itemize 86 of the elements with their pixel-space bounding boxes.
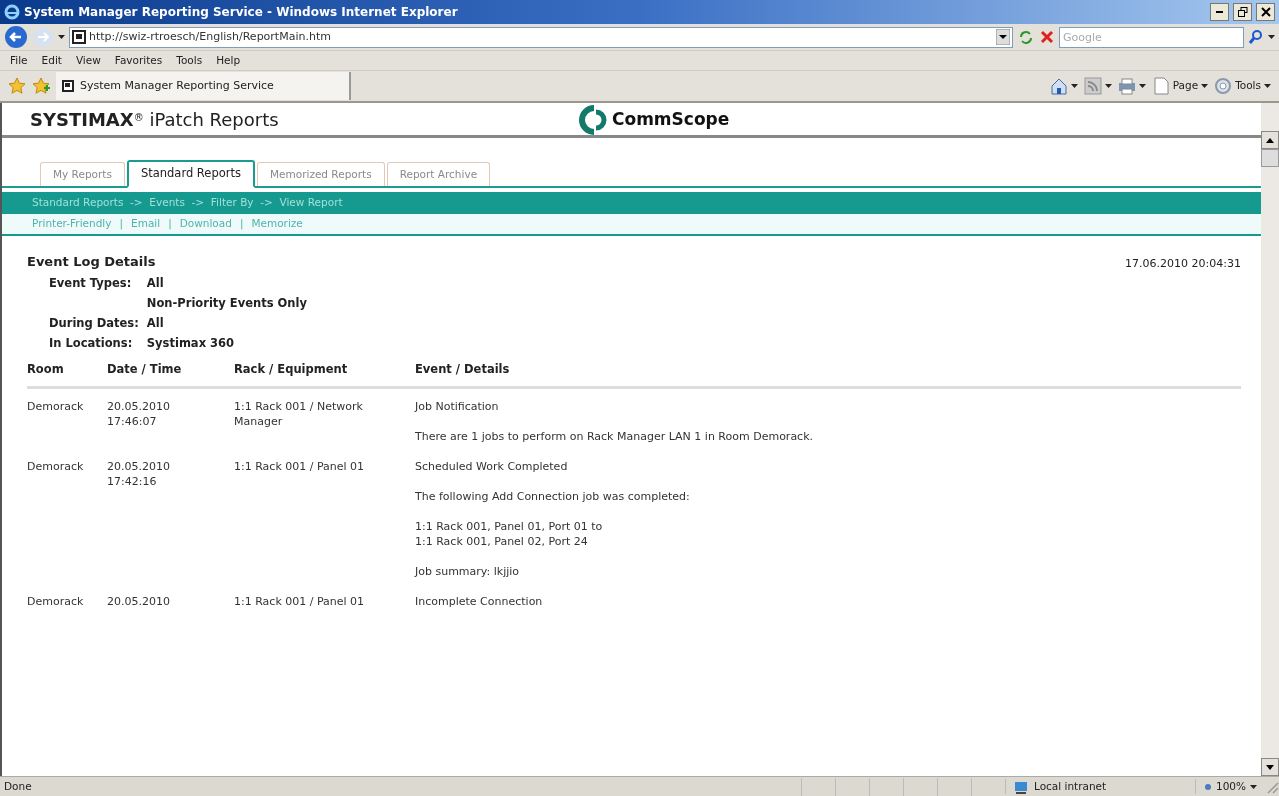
caret-icon[interactable] <box>1250 784 1257 789</box>
security-zone: Local intranet <box>1033 778 1107 794</box>
toolbar-button[interactable]: Page <box>1172 78 1199 94</box>
filter-value: Non-Priority Events Only <box>146 294 307 312</box>
table-cell-text: Job Notification <box>415 398 500 415</box>
close-button[interactable] <box>1256 3 1275 21</box>
browser-tab[interactable]: System Manager Reporting Service <box>56 72 351 100</box>
table-cell-text: Demorack <box>27 458 85 475</box>
separator: | <box>239 216 244 232</box>
caret-icon[interactable] <box>1264 84 1271 88</box>
search-field[interactable]: Google <box>1059 26 1244 48</box>
table-cell-text: 1:1 Rack 001 / Network Manager <box>234 398 364 430</box>
zoom-icon[interactable] <box>1203 782 1212 791</box>
table-cell-text: 1:1 Rack 001, Panel 01, Port 01 to 1:1 Rack 001, Panel 02, Port 24 <box>415 518 604 550</box>
caret-icon[interactable] <box>58 35 65 39</box>
separator: | <box>119 216 123 232</box>
tab[interactable]: Standard Reports <box>126 160 255 188</box>
column-header: Rack / Equipment <box>234 354 415 389</box>
zoom-level[interactable]: 100% <box>1215 778 1246 795</box>
caret-icon[interactable] <box>1104 84 1112 88</box>
menu-item[interactable]: File <box>10 52 28 69</box>
page-icon <box>72 30 86 44</box>
back-icon[interactable] <box>4 25 28 49</box>
separator: | <box>168 216 172 232</box>
restore-icon <box>1237 7 1248 17</box>
table-cell-text: 1:1 Rack 001 / Panel 01 <box>234 593 366 610</box>
restore-button[interactable] <box>1233 3 1252 21</box>
add-favorite-icon[interactable] <box>32 77 50 95</box>
table-cell-text: 20.05.2010 17:46:07 <box>107 398 171 430</box>
filter-label: Event Types: <box>49 274 133 292</box>
scroll-down-icon[interactable] <box>1266 764 1274 770</box>
filter-label: In Locations: <box>49 334 134 352</box>
scroll-up-icon[interactable] <box>1266 137 1274 143</box>
timestamp: 17.06.2010 20:04:31 <box>1125 256 1241 272</box>
column-header: Room <box>27 354 107 389</box>
stop-icon[interactable] <box>1039 29 1055 45</box>
dropdown-icon[interactable] <box>996 29 1010 45</box>
page-heading: SYSTIMAX$^{®}$ iPatch Reports <box>30 107 279 132</box>
column-header: Date / Time <box>107 354 234 389</box>
menu-item[interactable]: Favorites <box>114 52 163 69</box>
scrollbar[interactable] <box>1261 103 1279 776</box>
filter-value: All <box>146 314 165 332</box>
page-icon <box>62 80 74 92</box>
table-cell-text: Scheduled Work Completed <box>415 458 569 475</box>
window-title: System Manager Reporting Service - Windows Internet Explorer <box>24 4 459 21</box>
table-cell-text: The following Add Connection job was completed: <box>415 488 691 505</box>
table-cell-text: Job summary: lkjjio <box>415 563 521 580</box>
table-cell-text: Demorack <box>27 398 85 415</box>
gear-icon[interactable] <box>1214 77 1233 95</box>
menu-item[interactable]: Help <box>216 52 241 69</box>
logo-text: CommScope <box>612 108 730 132</box>
filter-value: Systimax 360 <box>146 334 236 352</box>
home-icon[interactable] <box>1049 77 1068 95</box>
table-cell-text: Incomplete Connection <box>415 593 544 610</box>
caret-icon[interactable] <box>1201 84 1209 88</box>
tab[interactable]: My Reports <box>40 162 125 186</box>
minimize-button[interactable] <box>1210 3 1229 21</box>
address-bar[interactable]: http://swiz-rtroesch/English/ReportMain.htm <box>69 26 1013 48</box>
toolbar-button[interactable]: Tools <box>1235 78 1261 94</box>
tab[interactable]: Memorized Reports <box>257 162 385 186</box>
caret-icon[interactable] <box>1138 84 1146 88</box>
star-icon[interactable] <box>8 77 26 95</box>
browser-logo-icon <box>4 4 20 20</box>
close-icon <box>1260 7 1271 17</box>
status-text: Done <box>4 778 33 794</box>
scroll-thumb[interactable] <box>1261 149 1279 167</box>
menu-item[interactable]: Tools <box>176 52 203 69</box>
column-header: Event / Details <box>415 354 1241 389</box>
filter-value: All <box>146 274 165 292</box>
network-icon <box>1013 779 1030 794</box>
table-cell-text: 20.05.2010 <box>107 593 171 610</box>
table-cell-text: 20.05.2010 17:42:16 <box>107 458 171 490</box>
filter-label: During Dates: <box>49 314 139 332</box>
search-icon[interactable] <box>1248 29 1264 45</box>
resize-grip-icon <box>1265 779 1279 794</box>
tab[interactable]: Report Archive <box>386 162 491 186</box>
table-cell-text: Demorack <box>27 593 85 610</box>
caret-icon[interactable] <box>1070 84 1078 88</box>
refresh-icon[interactable] <box>1017 28 1035 46</box>
table-cell-text: 1:1 Rack 001 / Panel 01 <box>234 458 366 475</box>
table-cell-text: There are 1 jobs to perform on Rack Manager LAN 1 in Room Demorack. <box>415 428 815 445</box>
menu-item[interactable]: View <box>75 52 101 69</box>
menu-item[interactable]: Edit <box>41 52 62 69</box>
caret-icon[interactable] <box>1268 35 1275 39</box>
minimize-icon <box>1216 11 1223 13</box>
report-title: Event Log Details <box>27 253 156 271</box>
